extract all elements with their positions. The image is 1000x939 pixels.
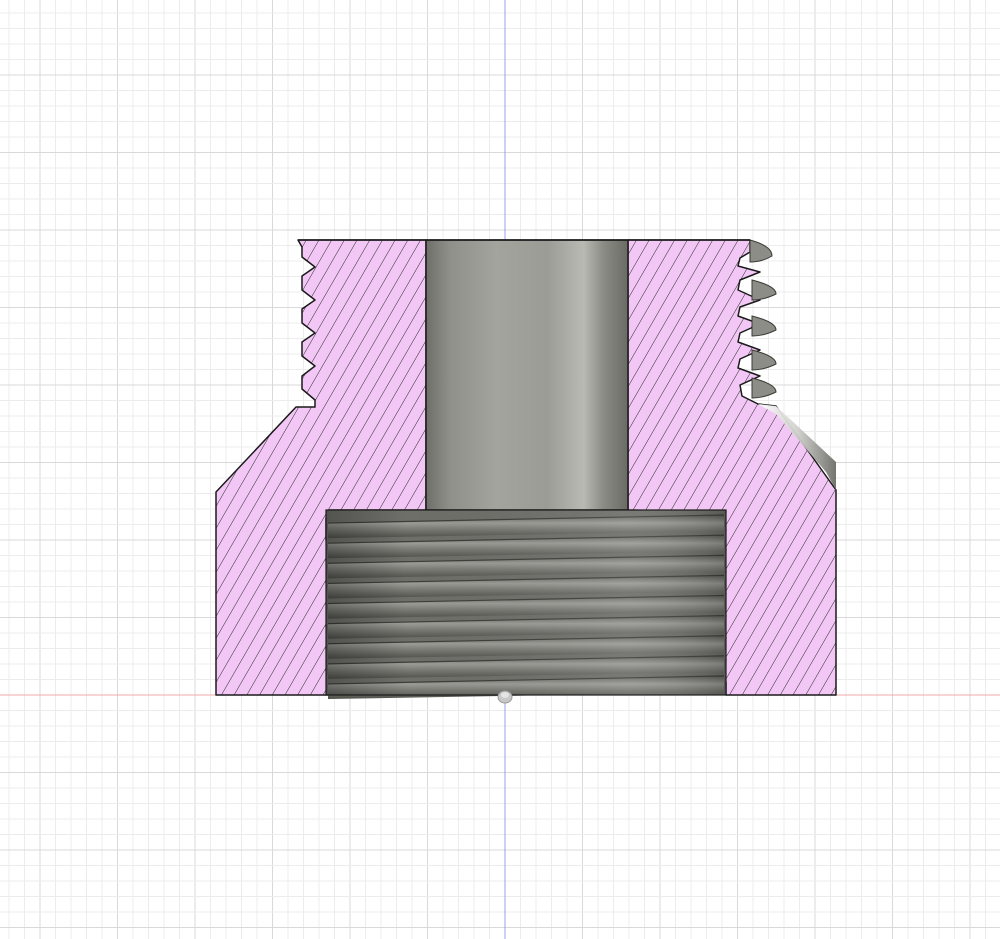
center-bore-surface[interactable] xyxy=(425,239,629,511)
design-canvas[interactable] xyxy=(0,0,1000,939)
canvas-svg[interactable] xyxy=(0,0,1000,939)
internal-thread-surface[interactable] xyxy=(325,509,727,700)
origin-point-icon[interactable] xyxy=(497,690,513,704)
